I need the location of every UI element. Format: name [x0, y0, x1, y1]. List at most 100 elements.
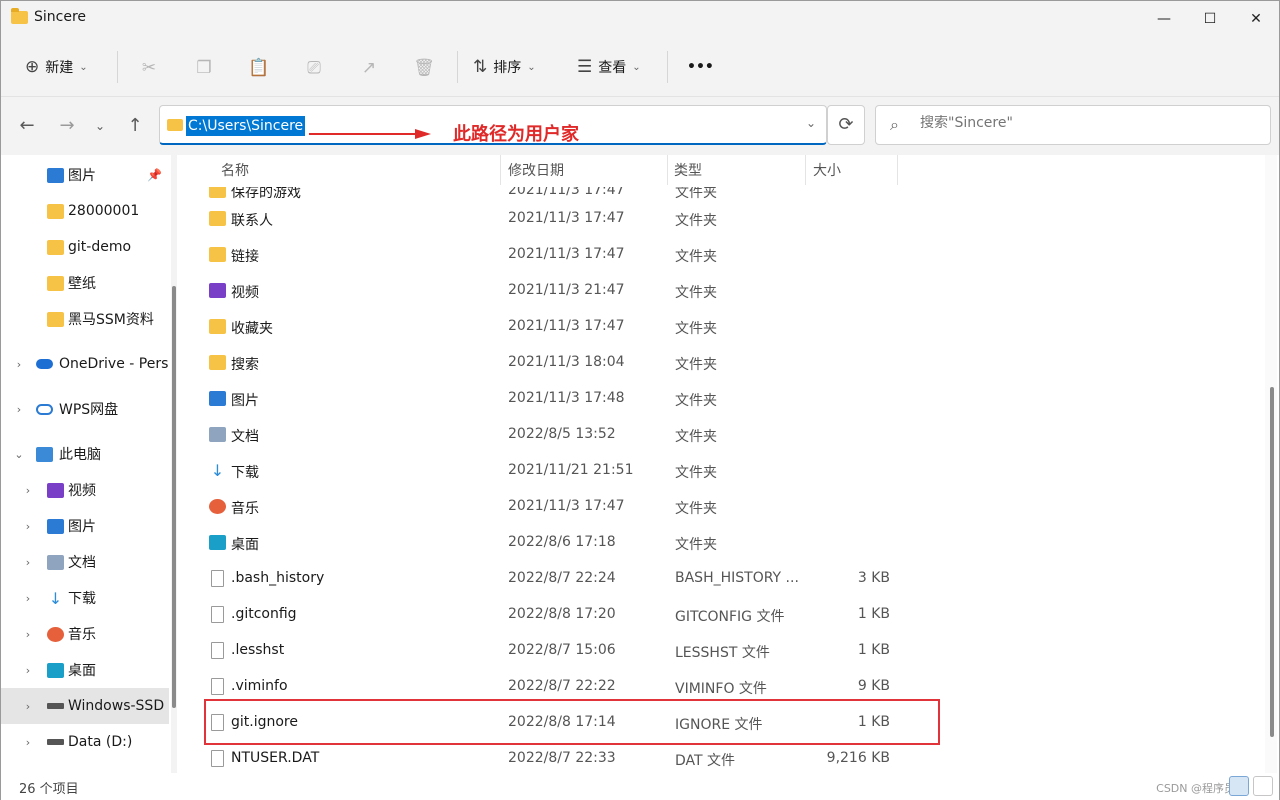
table-row[interactable]: 桌面 2022/8/6 17:18 文件夹 [187, 525, 947, 561]
sidebar-item-windows-ssd[interactable]: › Windows-SSD [1, 688, 169, 724]
chevron-down-icon: ⌄ [527, 61, 536, 73]
column-header-type[interactable]: 类型 [674, 155, 702, 187]
column-divider[interactable] [805, 155, 806, 185]
chevron-right-icon[interactable]: › [22, 736, 34, 749]
table-row[interactable]: 音乐 2021/11/3 17:47 文件夹 [187, 489, 947, 525]
refresh-button[interactable]: ⟳ [827, 105, 865, 145]
sidebar-item-pictures[interactable]: › 图片 [1, 508, 169, 544]
table-row[interactable]: 搜索 2021/11/3 18:04 文件夹 [187, 345, 947, 381]
file-type: 文件夹 [675, 249, 717, 265]
chevron-right-icon[interactable]: › [13, 358, 25, 371]
table-row[interactable]: 联系人 2021/11/3 17:47 文件夹 [187, 201, 947, 237]
plus-circle-icon: ⊕ [25, 57, 40, 77]
download-icon: ↓ [48, 588, 63, 608]
minimize-button[interactable]: — [1141, 1, 1187, 37]
column-divider[interactable] [667, 155, 668, 185]
sidebar-item-data-d[interactable]: › Data (D:) [1, 724, 169, 760]
onedrive-icon [36, 359, 53, 369]
sidebar-item-onedrive[interactable]: › OneDrive - Pers [1, 346, 169, 382]
table-row[interactable]: 链接 2021/11/3 17:47 文件夹 [187, 237, 947, 273]
sidebar-item-git-demo[interactable]: git-demo [1, 229, 169, 265]
sort-button[interactable]: ⇅ 排序 ⌄ [473, 49, 536, 85]
copy-icon[interactable]: ❐ [193, 57, 215, 79]
paste-icon[interactable]: 📋 [248, 57, 270, 79]
sidebar-item-wallpaper[interactable]: 壁纸 [1, 265, 169, 301]
file-name: 联系人 [231, 213, 273, 229]
chevron-down-icon[interactable]: ⌄ [806, 116, 816, 130]
sidebar-item-downloads[interactable]: › ↓ 下载 [1, 580, 169, 616]
file-date: 2021/11/3 17:47 [508, 210, 625, 226]
details-view-button[interactable] [1229, 776, 1249, 796]
sidebar-item-label: WPS网盘 [59, 402, 119, 418]
status-bar: 26 个项目 CSDN @程序员 [1, 773, 1279, 800]
column-header-name[interactable]: 名称 [221, 155, 249, 187]
chevron-down-icon[interactable]: ⌄ [13, 448, 25, 461]
sidebar-item-ssm-materials[interactable]: 黑马SSM资料 [1, 301, 169, 337]
search-input[interactable] [920, 115, 1250, 131]
chevron-right-icon[interactable]: › [22, 628, 34, 641]
address-row: ← → ⌄ ↑ C:\Users\Sincere ⌄ ⟳ ⌕ [1, 97, 1279, 155]
maximize-button[interactable]: ☐ [1187, 1, 1233, 37]
drive-icon [47, 703, 64, 709]
file-name: NTUSER.DAT [231, 750, 320, 766]
back-arrow-icon[interactable]: ← [14, 113, 40, 139]
sidebar-item-desktop[interactable]: › 桌面 [1, 652, 169, 688]
view-button[interactable]: ☰ 查看 ⌄ [577, 49, 641, 85]
table-row[interactable]: 文档 2022/8/5 13:52 文件夹 [187, 417, 947, 453]
file-list-scrollbar-thumb[interactable] [1270, 387, 1274, 737]
chevron-right-icon[interactable]: › [22, 556, 34, 569]
up-arrow-icon[interactable]: ↑ [122, 113, 148, 139]
table-row[interactable]: .gitconfig 2022/8/8 17:20 GITCONFIG 文件 1… [187, 597, 947, 633]
new-button[interactable]: ⊕ 新建 ⌄ [25, 49, 88, 85]
sidebar-item-music[interactable]: › 音乐 [1, 616, 169, 652]
column-divider[interactable] [897, 155, 898, 185]
close-button[interactable]: ✕ [1233, 1, 1279, 37]
file-type: 文件夹 [675, 321, 717, 337]
sidebar-item-pictures-quick[interactable]: 图片 📌 [1, 157, 169, 193]
table-row[interactable]: NTUSER.DAT 2022/8/7 22:33 DAT 文件 9,216 K… [187, 741, 947, 773]
column-header-date[interactable]: 修改日期 [508, 155, 564, 187]
sidebar-item-label: OneDrive - Pers [59, 356, 169, 372]
share-icon[interactable]: ↗ [358, 57, 380, 79]
pc-icon [36, 446, 53, 462]
file-date: 2022/8/5 13:52 [508, 426, 616, 442]
sidebar-item-videos[interactable]: › 视频 [1, 472, 169, 508]
chevron-right-icon[interactable]: › [22, 700, 34, 713]
table-row[interactable]: ↓ 下载 2021/11/21 21:51 文件夹 [187, 453, 947, 489]
file-size: 3 KB [857, 570, 890, 586]
chevron-right-icon[interactable]: › [22, 484, 34, 497]
column-header-size[interactable]: 大小 [813, 155, 841, 187]
table-row[interactable]: 图片 2021/11/3 17:48 文件夹 [187, 381, 947, 417]
file-type: LESSHST 文件 [675, 645, 770, 661]
recent-locations-chevron-icon[interactable]: ⌄ [87, 113, 113, 139]
sidebar-item-28000001[interactable]: 28000001 [1, 193, 169, 229]
sidebar-scrollbar-thumb[interactable] [172, 286, 176, 708]
more-options-button[interactable]: ••• [687, 49, 714, 85]
forward-arrow-icon[interactable]: → [54, 113, 80, 139]
sidebar-item-label: 文档 [68, 555, 96, 571]
tiles-view-button[interactable] [1253, 776, 1273, 796]
sidebar-item-documents[interactable]: › 文档 [1, 544, 169, 580]
chevron-right-icon[interactable]: › [22, 592, 34, 605]
pin-icon[interactable]: 📌 [147, 168, 162, 182]
table-row[interactable]: .lesshst 2022/8/7 15:06 LESSHST 文件 1 KB [187, 633, 947, 669]
delete-icon[interactable]: 🗑 [413, 57, 435, 79]
address-path[interactable]: C:\Users\Sincere [186, 116, 306, 136]
chevron-right-icon[interactable]: › [22, 664, 34, 677]
table-row[interactable]: .bash_history 2022/8/7 22:24 BASH_HISTOR… [187, 561, 947, 597]
table-row[interactable]: 收藏夹 2021/11/3 17:47 文件夹 [187, 309, 947, 345]
chevron-right-icon[interactable]: › [22, 520, 34, 533]
file-icon [211, 750, 224, 767]
cut-icon[interactable]: ✂ [138, 57, 160, 79]
chevron-right-icon[interactable]: › [13, 403, 25, 416]
file-type: 文件夹 [675, 429, 717, 445]
file-name: 视频 [231, 285, 259, 301]
table-row[interactable]: 视频 2021/11/3 21:47 文件夹 [187, 273, 947, 309]
search-box[interactable]: ⌕ [875, 105, 1271, 145]
chevron-down-icon: ⌄ [632, 61, 641, 73]
rename-icon[interactable]: ⎚ [303, 57, 325, 79]
column-divider[interactable] [500, 155, 501, 185]
file-type: 文件夹 [675, 501, 717, 517]
sidebar-item-wps-cloud[interactable]: › WPS网盘 [1, 391, 169, 427]
sidebar-item-this-pc[interactable]: ⌄ 此电脑 [1, 436, 169, 472]
